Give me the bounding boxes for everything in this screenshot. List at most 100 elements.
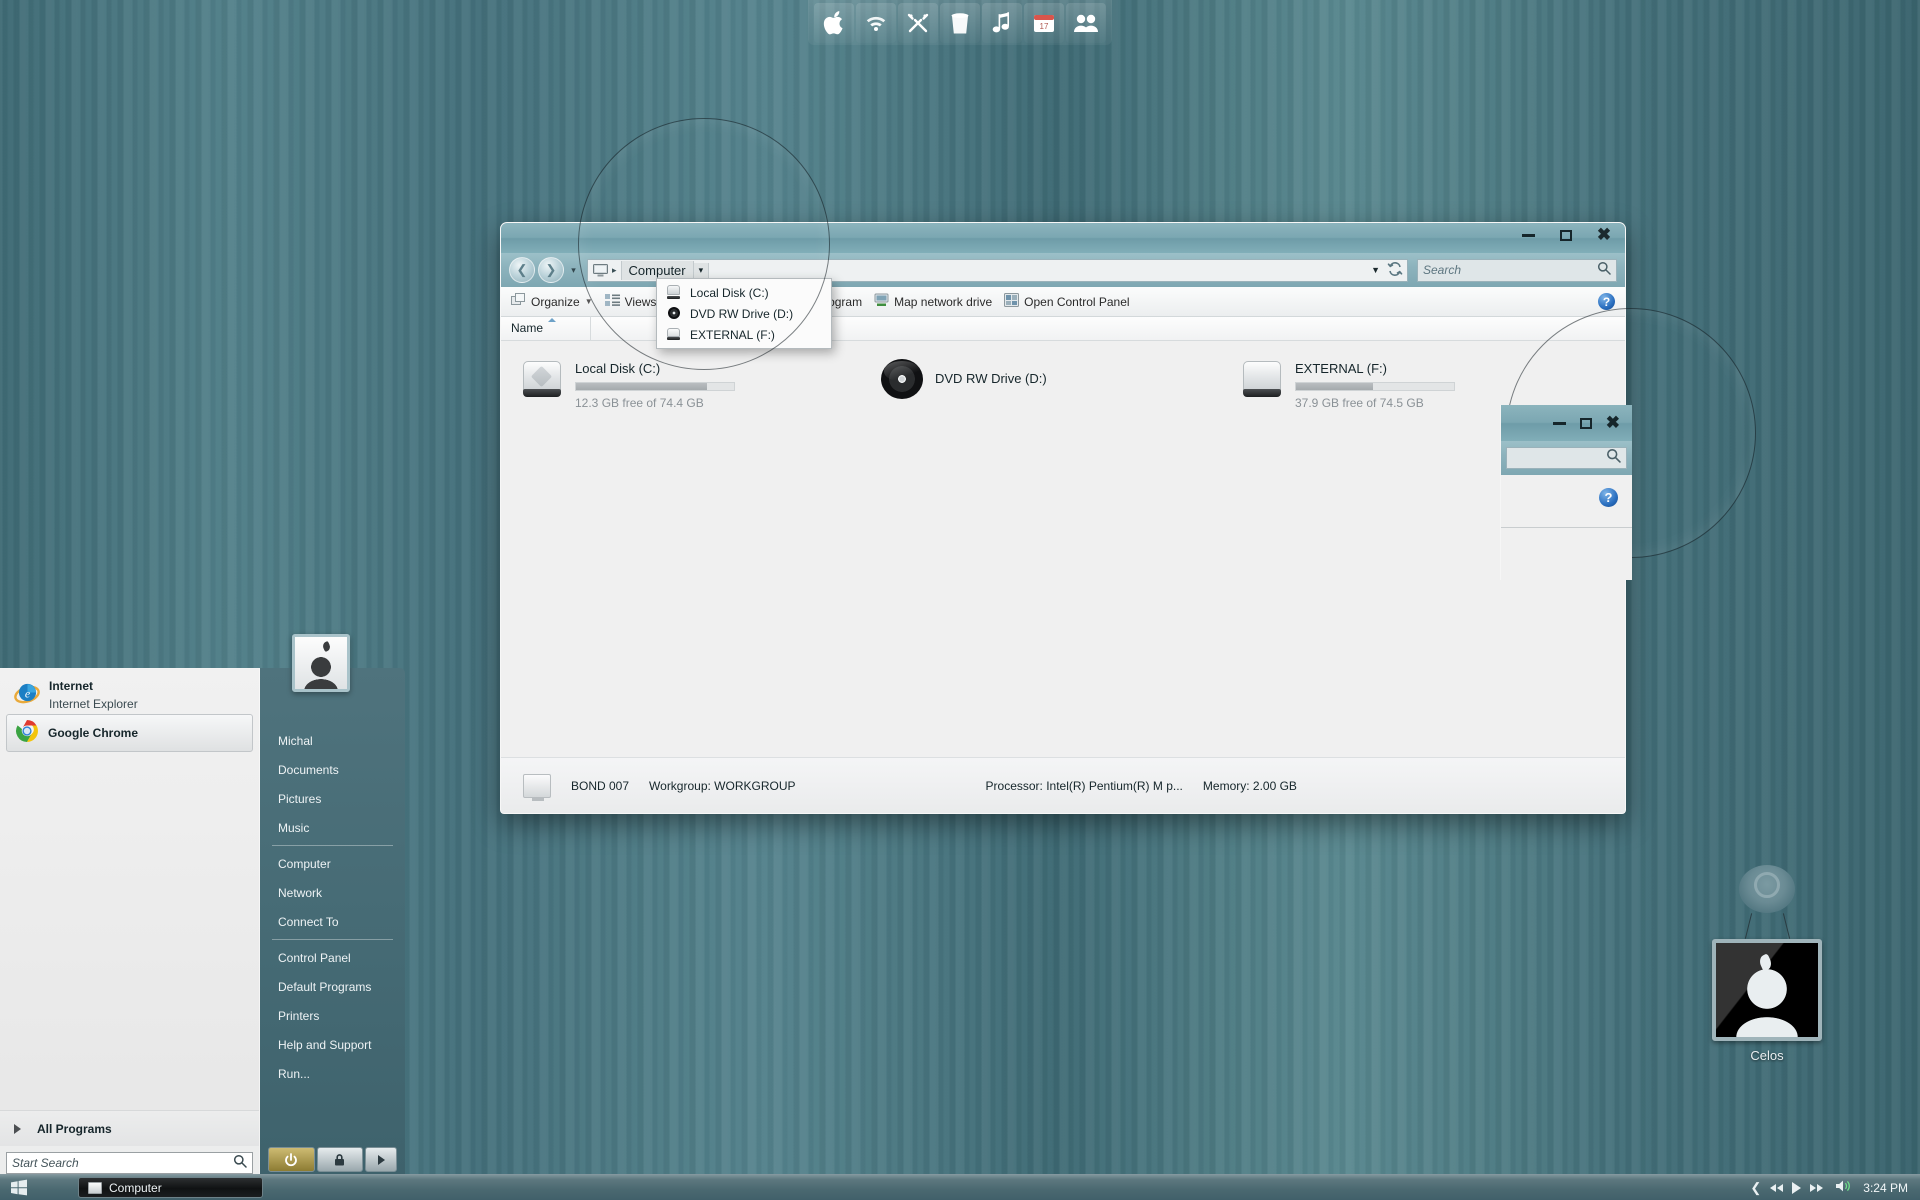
drive-free-space: 12.3 GB free of 74.4 GB	[575, 396, 704, 410]
drive-list[interactable]: Local Disk (C:) 12.3 GB free of 74.4 GB …	[501, 341, 1625, 753]
start-menu-divider	[272, 845, 393, 846]
start-item-run[interactable]: Run...	[260, 1059, 405, 1088]
start-item-michal[interactable]: Michal	[260, 726, 405, 755]
path-menu-item-local-disk[interactable]: Local Disk (C:)	[657, 282, 831, 303]
start-item-connect-to[interactable]: Connect To	[260, 907, 405, 936]
inset-search-input[interactable]	[1506, 447, 1627, 469]
media-controls[interactable]: ❮	[1750, 1180, 1824, 1196]
shutdown-button[interactable]	[268, 1147, 315, 1172]
forward-button[interactable]: ❯	[538, 257, 564, 283]
pinned-programs-list[interactable]: e Internet Internet Explorer Google Chro…	[0, 669, 259, 1110]
help-button[interactable]: ?	[1599, 488, 1618, 507]
back-button[interactable]: ❮	[509, 257, 535, 283]
help-button[interactable]: ?	[1598, 293, 1615, 310]
organize-chevron-down-icon[interactable]: ▼	[585, 297, 593, 306]
calendar-icon[interactable]: 17	[1024, 2, 1064, 43]
users-icon[interactable]	[1066, 2, 1106, 43]
pinned-item-internet-explorer[interactable]: e Internet Internet Explorer	[6, 676, 253, 714]
start-item-label: Music	[278, 820, 310, 835]
widget-label: Celos	[1750, 1048, 1784, 1063]
close-button[interactable]: ✖	[1593, 225, 1615, 245]
organize-button[interactable]: Organize ▼	[511, 293, 593, 310]
pinned-item-title: Google Chrome	[48, 726, 139, 740]
system-tray[interactable]: ❮ 3:24 PM	[1750, 1178, 1920, 1197]
path-menu-item-external[interactable]: EXTERNAL (F:)	[657, 324, 831, 345]
start-item-pictures[interactable]: Pictures	[260, 784, 405, 813]
organize-label: Organize	[531, 294, 580, 309]
close-button[interactable]: ✖	[1606, 413, 1620, 433]
clock[interactable]: 3:24 PM	[1863, 1181, 1908, 1195]
top-dock[interactable]: 17	[808, 0, 1112, 45]
svg-text:e: e	[25, 686, 31, 700]
widget-photo-frame[interactable]	[1712, 939, 1822, 1041]
minimize-button[interactable]	[1552, 421, 1566, 425]
lock-button[interactable]	[316, 1147, 363, 1172]
tools-icon[interactable]	[898, 2, 938, 43]
breadcrumb-separator-icon: ▸	[612, 264, 617, 275]
wifi-icon[interactable]	[856, 2, 896, 43]
start-item-control-panel[interactable]: Control Panel	[260, 943, 405, 972]
internet-explorer-icon: e	[14, 680, 40, 711]
start-item-music[interactable]: Music	[260, 813, 405, 842]
drive-usage-bar	[1295, 382, 1455, 391]
start-menu-divider	[272, 939, 393, 940]
start-item-label: Printers	[278, 1008, 320, 1023]
start-menu-right-pane[interactable]: Michal Documents Pictures Music Computer…	[260, 634, 405, 1180]
sort-ascending-icon	[548, 318, 556, 322]
history-chevron-down-icon[interactable]: ▼	[1371, 265, 1380, 275]
pinned-item-google-chrome[interactable]: Google Chrome	[6, 714, 253, 752]
drive-name: EXTERNAL (F:)	[1295, 361, 1387, 376]
start-item-printers[interactable]: Printers	[260, 1001, 405, 1030]
path-dropdown-menu[interactable]: Local Disk (C:) DVD RW Drive (D:) EXTERN…	[656, 278, 832, 349]
start-item-label: Network	[278, 885, 323, 900]
start-item-network[interactable]: Network	[260, 878, 405, 907]
drive-item-d[interactable]: DVD RW Drive (D:)	[881, 359, 1241, 410]
all-programs-button[interactable]: All Programs	[0, 1110, 259, 1146]
breadcrumb-item-computer[interactable]: Computer	[620, 260, 694, 280]
start-item-default-programs[interactable]: Default Programs	[260, 972, 405, 1001]
start-item-label: Connect To	[278, 914, 339, 929]
task-list[interactable]: Computer	[38, 1177, 263, 1198]
views-label: Views	[624, 294, 657, 309]
more-options-button[interactable]	[365, 1147, 397, 1172]
trash-icon[interactable]	[940, 2, 980, 43]
refresh-icon[interactable]	[1387, 261, 1403, 279]
status-bar: BOND 007 Workgroup: WORKGROUP Processor:…	[501, 757, 1625, 813]
window-controls[interactable]: ✖	[1517, 225, 1615, 245]
previous-icon[interactable]: ❮	[1750, 1180, 1761, 1196]
start-item-help-and-support[interactable]: Help and Support	[260, 1030, 405, 1059]
fast-forward-icon[interactable]	[1810, 1183, 1824, 1192]
maximize-button[interactable]	[1579, 417, 1592, 429]
start-menu-left-pane[interactable]: e Internet Internet Explorer Google Chro…	[0, 668, 260, 1180]
apple-icon[interactable]	[814, 2, 854, 43]
address-bar-right-controls[interactable]: ▼	[1371, 261, 1407, 279]
taskbar[interactable]: Computer ❮ 3:24 PM	[0, 1174, 1920, 1200]
breadcrumb-dropdown-caret-icon[interactable]: ▾	[693, 262, 710, 278]
avatar[interactable]	[292, 634, 350, 692]
map-network-drive-button[interactable]: Map network drive	[874, 293, 992, 310]
google-chrome-icon	[15, 719, 39, 748]
dvd-drive-icon	[665, 306, 682, 321]
column-header-name[interactable]: Name	[501, 316, 591, 340]
start-search-input[interactable]: Start Search	[6, 1152, 253, 1174]
start-item-documents[interactable]: Documents	[260, 755, 405, 784]
start-button[interactable]	[0, 1175, 38, 1200]
play-icon[interactable]	[1792, 1181, 1802, 1194]
celos-photo-widget[interactable]: Celos	[1702, 865, 1832, 1063]
open-control-panel-button[interactable]: Open Control Panel	[1004, 293, 1130, 310]
path-menu-item-dvd-drive[interactable]: DVD RW Drive (D:)	[657, 303, 831, 324]
music-icon[interactable]	[982, 2, 1022, 43]
start-menu[interactable]: e Internet Internet Explorer Google Chro…	[0, 634, 405, 1180]
window-titlebar[interactable]: ✖	[501, 223, 1625, 253]
recent-pages-chevron-icon[interactable]: ▾	[567, 265, 580, 276]
start-item-label: Pictures	[278, 791, 322, 806]
minimize-button[interactable]	[1517, 225, 1539, 245]
drive-item-f[interactable]: EXTERNAL (F:) 37.9 GB free of 74.5 GB	[1241, 359, 1601, 410]
volume-icon[interactable]	[1834, 1178, 1852, 1197]
search-input[interactable]: Search	[1417, 258, 1617, 282]
start-item-computer[interactable]: Computer	[260, 849, 405, 878]
drive-item-c[interactable]: Local Disk (C:) 12.3 GB free of 74.4 GB	[521, 359, 881, 410]
maximize-button[interactable]	[1555, 225, 1577, 245]
rewind-icon[interactable]	[1770, 1183, 1784, 1192]
taskbar-item-computer[interactable]: Computer	[78, 1177, 263, 1198]
